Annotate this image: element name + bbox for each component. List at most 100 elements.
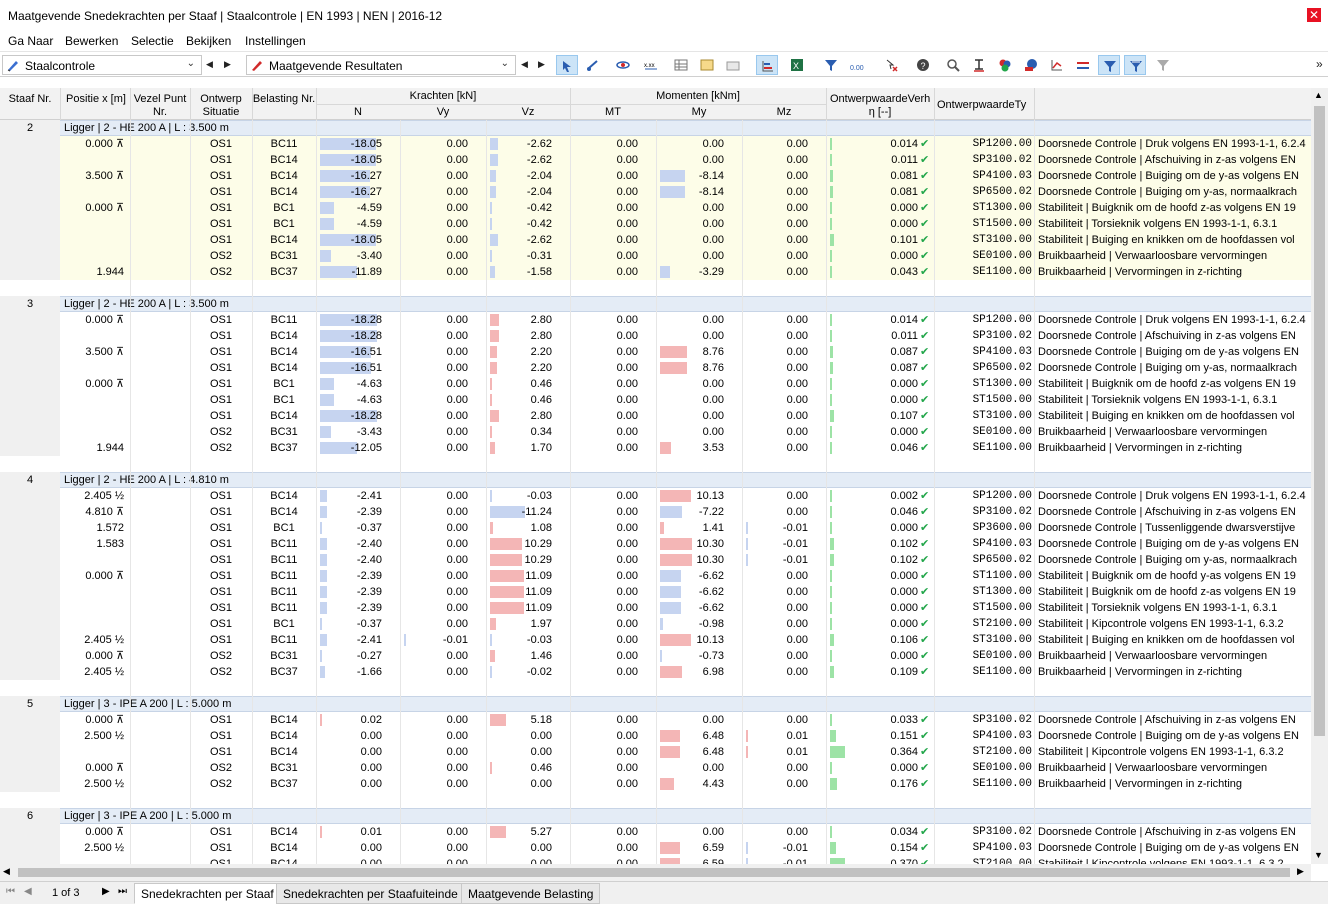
filter-active-button[interactable]	[1098, 55, 1120, 75]
scroll-right-icon[interactable]: ▶	[1297, 866, 1304, 877]
menu-ga-naar[interactable]: Ga Naar	[8, 34, 53, 48]
select-member-button[interactable]	[556, 55, 578, 75]
table-row[interactable]: 2.405 ½ OS1 BC14 -2.41 0.00 -0.03 0.00 10.13 0.0…	[60, 488, 1311, 504]
table-row[interactable]: 0.000 ⊼ OS1 BC11 -2.39 0.00 11.09 0.00 -6.62 0.0…	[60, 568, 1311, 584]
filter-result-button[interactable]	[1124, 55, 1146, 75]
table-row[interactable]: 1.583 OS1 BC11 -2.40 0.00 10.29 0.00 10.30 -0.01…	[60, 536, 1311, 552]
group-header[interactable]: Ligger | 3 - IPE A 200 | L : 5.000 m	[60, 696, 1311, 712]
vertical-scroll-thumb[interactable]	[1314, 106, 1325, 736]
table-row[interactable]: OS1 BC11 -2.39 0.00 11.09 0.00 -6.62 0.00 0.000 ✔…	[60, 600, 1311, 616]
col-ontwerpwaarde-verh[interactable]: OntwerpwaardeVerh	[826, 93, 934, 106]
relation-scale-button[interactable]	[756, 55, 778, 75]
table-row[interactable]: OS1 BC14 0.00 0.00 0.00 0.00 6.59 -0.01 0.370 ✔ ST…	[60, 856, 1311, 864]
menu-bekijken[interactable]: Bekijken	[186, 34, 231, 48]
group-header[interactable]: Ligger | 2 - HE 200 A | L : 3.500 m	[60, 296, 1311, 312]
diagram-button[interactable]	[1046, 55, 1068, 75]
prev-result-button[interactable]: ◀	[521, 59, 528, 70]
results-color-button[interactable]	[994, 55, 1016, 75]
group-header[interactable]: Ligger | 3 - IPE A 200 | L : 5.000 m	[60, 808, 1311, 824]
search-button[interactable]	[942, 55, 964, 75]
numbering-button[interactable]: x.xx	[640, 55, 662, 75]
horizontal-scrollbar[interactable]: ◀ ▶	[0, 864, 1311, 881]
excel-export-button[interactable]: X	[786, 55, 808, 75]
table-row[interactable]: OS1 BC11 -2.39 0.00 11.09 0.00 -6.62 0.00 0.000 ✔…	[60, 584, 1311, 600]
vertical-scrollbar[interactable]: ▲ ▼	[1311, 88, 1328, 864]
table-row[interactable]: 4.810 ⊼ OS1 BC14 -2.39 0.00 -11.24 0.00 -7.22 0.…	[60, 504, 1311, 520]
prev-page-icon[interactable]: ◀	[24, 886, 32, 897]
table-row[interactable]: 2.405 ½ OS1 BC11 -2.41 -0.01 -0.03 0.00 10.13 0.…	[60, 632, 1311, 648]
prev-module-button[interactable]: ◀	[206, 59, 213, 70]
table-color-button[interactable]	[696, 55, 718, 75]
col-vz[interactable]: Vz	[486, 106, 570, 119]
table-row[interactable]: 2.500 ½ OS1 BC14 0.00 0.00 0.00 0.00 6.48 0.01 0.…	[60, 728, 1311, 744]
help-button[interactable]: ?	[912, 55, 934, 75]
table-row[interactable]: OS1 BC14 -18.05 0.00 -2.62 0.00 0.00 0.00 0.101 ✔…	[60, 232, 1311, 248]
table-row[interactable]: OS1 BC14 -16.51 0.00 2.20 0.00 8.76 0.00 0.087 ✔ S…	[60, 360, 1311, 376]
table-row[interactable]: OS2 BC31 -3.40 0.00 -0.31 0.00 0.00 0.00 0.000 ✔ S…	[60, 248, 1311, 264]
table-row[interactable]: 0.000 ⊼ OS2 BC31 0.00 0.00 0.46 0.00 0.00 0.00 0.…	[60, 760, 1311, 776]
next-module-button[interactable]: ▶	[224, 59, 231, 70]
col-my[interactable]: My	[656, 106, 742, 119]
tab-maatgevende-belasting[interactable]: Maatgevende Belasting	[461, 883, 601, 904]
table-row[interactable]: OS1 BC11 -2.40 0.00 10.29 0.00 10.30 -0.01 0.102…	[60, 552, 1311, 568]
table-row[interactable]: 1.944 OS2 BC37 -12.05 0.00 1.70 0.00 3.53 0.00 0.…	[60, 440, 1311, 456]
toolbar-overflow-button[interactable]: »	[1316, 57, 1323, 71]
table-row[interactable]: OS1 BC14 -18.05 0.00 -2.62 0.00 0.00 0.00 0.011 ✔…	[60, 152, 1311, 168]
result-select[interactable]: Maatgevende Resultaten ⌄	[246, 55, 516, 75]
table-row[interactable]: OS1 BC14 -18.28 0.00 2.80 0.00 0.00 0.00 0.107 ✔ S…	[60, 408, 1311, 424]
menu-instellingen[interactable]: Instellingen	[245, 34, 306, 48]
table-row[interactable]: 2.500 ½ OS1 BC14 0.00 0.00 0.00 0.00 6.59 -0.01 0…	[60, 840, 1311, 856]
table-row[interactable]: 0.000 ⊼ OS2 BC31 -0.27 0.00 1.46 0.00 -0.73 0.00…	[60, 648, 1311, 664]
table-row[interactable]: 0.000 ⊼ OS1 BC1 -4.63 0.00 0.46 0.00 0.00 0.00 0.…	[60, 376, 1311, 392]
table-row[interactable]: OS1 BC14 -18.28 0.00 2.80 0.00 0.00 0.00 0.011 ✔ S…	[60, 328, 1311, 344]
info-button[interactable]	[1020, 55, 1042, 75]
table-row[interactable]: OS1 BC14 0.00 0.00 0.00 0.00 6.48 0.01 0.364 ✔ ST2…	[60, 744, 1311, 760]
filter-button[interactable]	[820, 55, 842, 75]
section-button[interactable]	[968, 55, 990, 75]
tab-snedekrachten-per-staaf[interactable]: Snedekrachten per Staaf	[134, 883, 281, 904]
table-row[interactable]: 2.405 ½ OS2 BC37 -1.66 0.00 -0.02 0.00 6.98 0.00…	[60, 664, 1311, 680]
col-staaf[interactable]: Staaf Nr.	[0, 93, 60, 106]
first-page-icon[interactable]: ⏮	[6, 886, 15, 897]
table-row[interactable]: 3.500 ⊼ OS1 BC14 -16.27 0.00 -2.04 0.00 -8.14 0.…	[60, 168, 1311, 184]
scroll-up-icon[interactable]: ▲	[1314, 90, 1323, 100]
last-page-icon[interactable]: ⏭	[118, 886, 127, 897]
pick-member-button[interactable]	[582, 55, 604, 75]
col-mt[interactable]: MT	[570, 106, 656, 119]
group-header[interactable]: Ligger | 2 - HE 200 A | L : 4.810 m	[60, 472, 1311, 488]
module-select[interactable]: Staalcontrole ⌄	[2, 55, 202, 75]
col-n[interactable]: N	[316, 106, 400, 119]
next-result-button[interactable]: ▶	[538, 59, 545, 70]
scroll-left-icon[interactable]: ◀	[3, 866, 10, 877]
table-row[interactable]: OS2 BC31 -3.43 0.00 0.34 0.00 0.00 0.00 0.000 ✔ SE…	[60, 424, 1311, 440]
table-row[interactable]: 0.000 ⊼ OS1 BC11 -18.28 0.00 2.80 0.00 0.00 0.00…	[60, 312, 1311, 328]
table-row[interactable]: 0.000 ⊼ OS1 BC1 -4.59 0.00 -0.42 0.00 0.00 0.00 0…	[60, 200, 1311, 216]
scroll-down-icon[interactable]: ▼	[1314, 850, 1323, 860]
member-diagram-button[interactable]	[1072, 55, 1094, 75]
next-page-icon[interactable]: ▶	[102, 886, 110, 897]
col-positie[interactable]: Positie x [m]	[62, 93, 130, 106]
col-vezel[interactable]: Vezel Punt Nr.	[130, 93, 190, 119]
table-clear-button[interactable]	[722, 55, 744, 75]
table-row[interactable]: OS1 BC14 -16.27 0.00 -2.04 0.00 -8.14 0.00 0.081…	[60, 184, 1311, 200]
table-row[interactable]: 2.500 ½ OS2 BC37 0.00 0.00 0.00 0.00 4.43 0.00 0.…	[60, 776, 1311, 792]
view-button[interactable]	[612, 55, 634, 75]
table-button[interactable]	[670, 55, 692, 75]
table-row[interactable]: OS1 BC1 -4.59 0.00 -0.42 0.00 0.00 0.00 0.000 ✔ ST…	[60, 216, 1311, 232]
menu-selectie[interactable]: Selectie	[131, 34, 174, 48]
group-header[interactable]: Ligger | 2 - HE 200 A | L : 3.500 m	[60, 120, 1311, 136]
table-row[interactable]: 0.000 ⊼ OS1 BC14 0.02 0.00 5.18 0.00 0.00 0.00 0.…	[60, 712, 1311, 728]
col-ontwerp[interactable]: Ontwerp Situatie	[190, 93, 252, 119]
table-row[interactable]: 0.000 ⊼ OS1 BC14 0.01 0.00 5.27 0.00 0.00 0.00 0.…	[60, 824, 1311, 840]
close-icon[interactable]: ✕	[1307, 8, 1321, 22]
col-belasting[interactable]: Belasting Nr.	[252, 93, 316, 106]
horizontal-scroll-thumb[interactable]	[18, 868, 1290, 877]
table-row[interactable]: 3.500 ⊼ OS1 BC14 -16.51 0.00 2.20 0.00 8.76 0.00…	[60, 344, 1311, 360]
table-row[interactable]: OS1 BC1 -4.63 0.00 0.46 0.00 0.00 0.00 0.000 ✔ ST1…	[60, 392, 1311, 408]
decimal-button[interactable]: 0.00	[846, 55, 868, 75]
tab-snedekrachten-per-staafuiteinde[interactable]: Snedekrachten per Staafuiteinde	[276, 883, 465, 904]
table-row[interactable]: OS1 BC1 -0.37 0.00 1.97 0.00 -0.98 0.00 0.000 ✔ ST…	[60, 616, 1311, 632]
table-row[interactable]: 0.000 ⊼ OS1 BC11 -18.05 0.00 -2.62 0.00 0.00 0.0…	[60, 136, 1311, 152]
col-vy[interactable]: Vy	[400, 106, 486, 119]
filter-clear-button[interactable]	[1152, 55, 1174, 75]
